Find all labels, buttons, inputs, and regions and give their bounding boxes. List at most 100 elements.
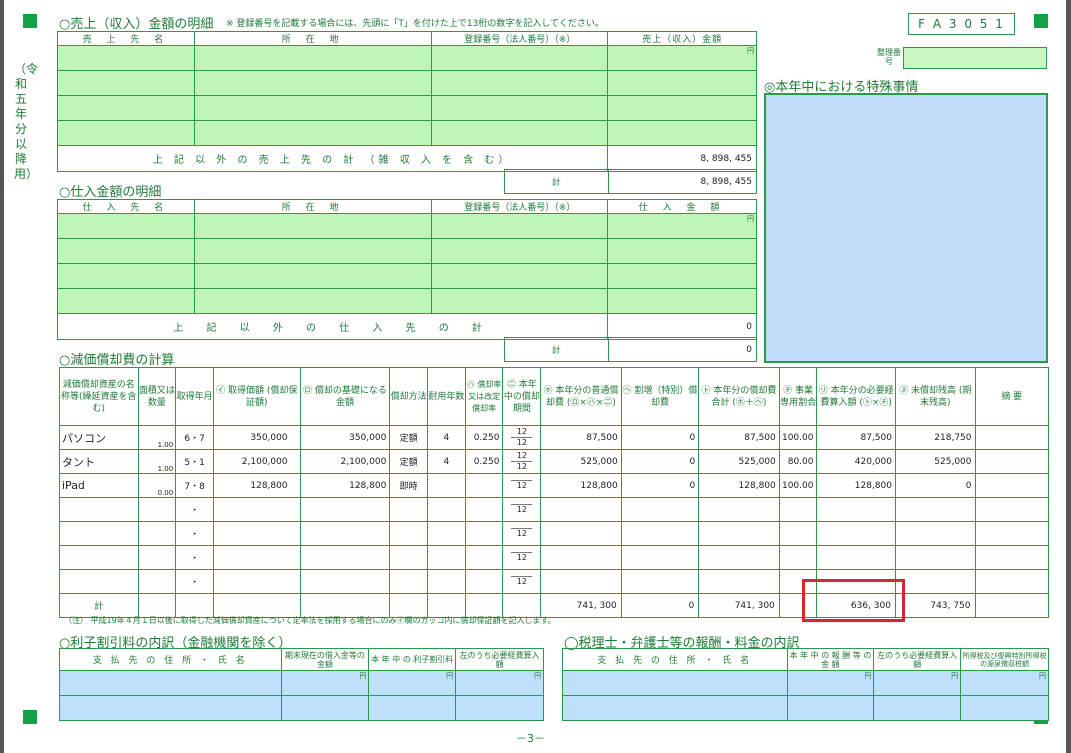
dep-total-sum: 741, 300 <box>698 593 780 618</box>
special-textarea[interactable] <box>764 93 1048 363</box>
dep-value-extra: 0 <box>689 432 696 443</box>
dep-cell-remarks <box>974 473 1049 498</box>
dep-cell-ordinary: 525,000 <box>540 449 622 474</box>
dep-cell-remarks <box>974 569 1049 594</box>
dep-cell-date: ・ <box>175 545 214 570</box>
dep-value-ordinary: 87,500 <box>586 432 618 443</box>
dep-header-base: ㋺ 償却の基礎になる金額 <box>299 367 391 426</box>
dep-cell-rate <box>464 569 504 594</box>
dep-value-ordinary: 128,800 <box>580 480 618 491</box>
dep-value-period: 12 <box>516 451 527 460</box>
dep-cell-method: 定額 <box>389 425 429 450</box>
page-number: －3－ <box>516 732 545 745</box>
dep-value-expense: 420,000 <box>854 456 892 467</box>
dep-cell-period: 12 <box>502 545 542 570</box>
dep-value-life: 4 <box>443 432 450 443</box>
dep-cell-remaining: 525,000 <box>894 449 976 474</box>
dep-cell-cost <box>212 545 301 570</box>
dep-cell-total <box>698 521 780 546</box>
dep-value-date: 7・8 <box>184 482 205 492</box>
dep-cell-period: 12 12 <box>502 449 542 474</box>
dep-cell-method <box>389 521 429 546</box>
dep-cell-period: 12 <box>502 521 542 546</box>
dep-header-expense: ㋷ 本年分の必要経費算入額 (㋣×㋠) <box>816 367 896 426</box>
dep-value-cost: 2,100,000 <box>241 456 288 467</box>
dep-cell-life: 4 <box>427 425 466 450</box>
dep-cell-name <box>59 497 139 522</box>
dep-cell-ratio <box>778 545 818 570</box>
dep-cell-date: ・ <box>175 521 214 546</box>
fees-header-deductible: 左のうち必要経費算入額 <box>873 648 962 671</box>
dep-cell-extra: 0 <box>620 425 700 450</box>
dep-cell-date: 5・1 <box>175 449 214 474</box>
dep-cell-method: 定額 <box>389 449 429 474</box>
purchases-total-value: 0 <box>607 337 758 362</box>
dep-cell-remarks <box>974 521 1049 546</box>
dep-cell-life <box>427 521 466 546</box>
dep-value-qty: 0.00 <box>157 489 174 497</box>
dep-value-rate: 0.250 <box>473 432 500 443</box>
dep-cell-expense <box>816 545 896 570</box>
dep-cell-base: 128,800 <box>299 473 391 498</box>
dep-cell-remarks <box>974 545 1049 570</box>
dep-cell-remaining: 218,750 <box>894 425 976 450</box>
purchases-title: ○仕入金額の明細 <box>59 185 162 200</box>
dep-value-date: 6・7 <box>184 434 205 444</box>
dep-value-expense: 128,800 <box>854 480 892 491</box>
sales-table: 売 上 先 名 所 在 地 登録番号（法人番号）（※） 売上（収入）金額 円 上… <box>56 31 757 172</box>
dep-value-method: 即時 <box>399 482 418 492</box>
dep-cell-total <box>698 569 780 594</box>
dep-cell-base: 350,000 <box>299 425 391 450</box>
dep-cell-base <box>299 521 391 546</box>
dep-cell-cost <box>212 569 301 594</box>
interest-header-balance: 期末現在の借入金等の金額 <box>280 648 370 671</box>
dep-value-base: 2,100,000 <box>340 456 387 467</box>
dep-cell-ordinary: 128,800 <box>540 473 622 498</box>
dep-total-label: 計 <box>59 593 139 618</box>
dep-value-period-den: 12 <box>511 552 533 563</box>
dep-value-period-den: 12 <box>511 504 533 515</box>
sales-other-value: 8, 898, 455 <box>607 145 757 172</box>
tax-form-page: （令和五年分以降用） F A 3 0 5 1 整理番号 ○売上（収入）金額の明細… <box>4 0 1066 753</box>
dep-value-qty: 1.00 <box>157 465 174 473</box>
dep-cell-cost: 128,800 <box>212 473 301 498</box>
dep-value-cost: 350,000 <box>250 432 288 443</box>
dep-header-remarks: 摘 要 <box>974 367 1049 426</box>
dep-value-extra: 0 <box>689 480 696 491</box>
dep-value-total: 87,500 <box>744 432 776 443</box>
dep-cell-ordinary <box>540 545 622 570</box>
dep-value-name: iPad <box>62 479 85 492</box>
dep-cell-extra <box>620 497 700 522</box>
dep-cell-expense: 420,000 <box>816 449 896 474</box>
dep-cell-period: 12 <box>502 473 542 498</box>
dep-cell-qty <box>137 521 177 546</box>
era-label: （令和五年分以降用） <box>14 62 39 181</box>
dep-value-date: ・ <box>190 530 200 540</box>
fees-header-payee: 支 払 先 の 住 所 ・ 氏 名 <box>562 648 788 671</box>
interest-header-payee: 支 払 先 の 住 所 ・ 氏 名 <box>59 648 282 671</box>
dep-cell-ratio: 100.00 <box>778 473 818 498</box>
dep-cell-base <box>299 545 391 570</box>
dep-value-method: 定額 <box>399 458 418 468</box>
dep-total-ordinary: 741, 300 <box>540 593 622 618</box>
dep-cell-total: 128,800 <box>698 473 780 498</box>
dep-cell-life: 4 <box>427 449 466 474</box>
dep-value-base: 128,800 <box>349 480 387 491</box>
purchases-header-amount: 仕 入 金 額 <box>607 199 757 214</box>
dep-value-total: 525,000 <box>738 456 776 467</box>
dep-cell-expense <box>816 497 896 522</box>
dep-cell-date: 7・8 <box>175 473 214 498</box>
dep-cell-period: 12 <box>502 497 542 522</box>
purchases-table: 仕 入 先 名 所 在 地 登録番号（法人番号）（※） 仕 入 金 額 円 上 … <box>56 199 757 340</box>
dep-cell-period: 12 <box>502 569 542 594</box>
interest-header-interest: 本 年 中 の 利子割引料 <box>368 648 457 671</box>
purchases-other-label: 上 記 以 外 の 仕 入 先 の 計 <box>56 313 609 340</box>
depreciation-note: （注） 平成19年４月１日以後に取得した減価償却資産について定率法を採用する場合… <box>64 616 556 625</box>
dep-cell-rate: 0.250 <box>464 425 504 450</box>
dep-value-cost: 128,800 <box>250 480 288 491</box>
dep-cell-name: タント <box>59 449 139 474</box>
dep-cell-total <box>698 545 780 570</box>
dep-cell-life <box>427 473 466 498</box>
sales-header-name: 売 上 先 名 <box>57 31 195 46</box>
dep-value-ratio: 100.00 <box>781 480 814 491</box>
